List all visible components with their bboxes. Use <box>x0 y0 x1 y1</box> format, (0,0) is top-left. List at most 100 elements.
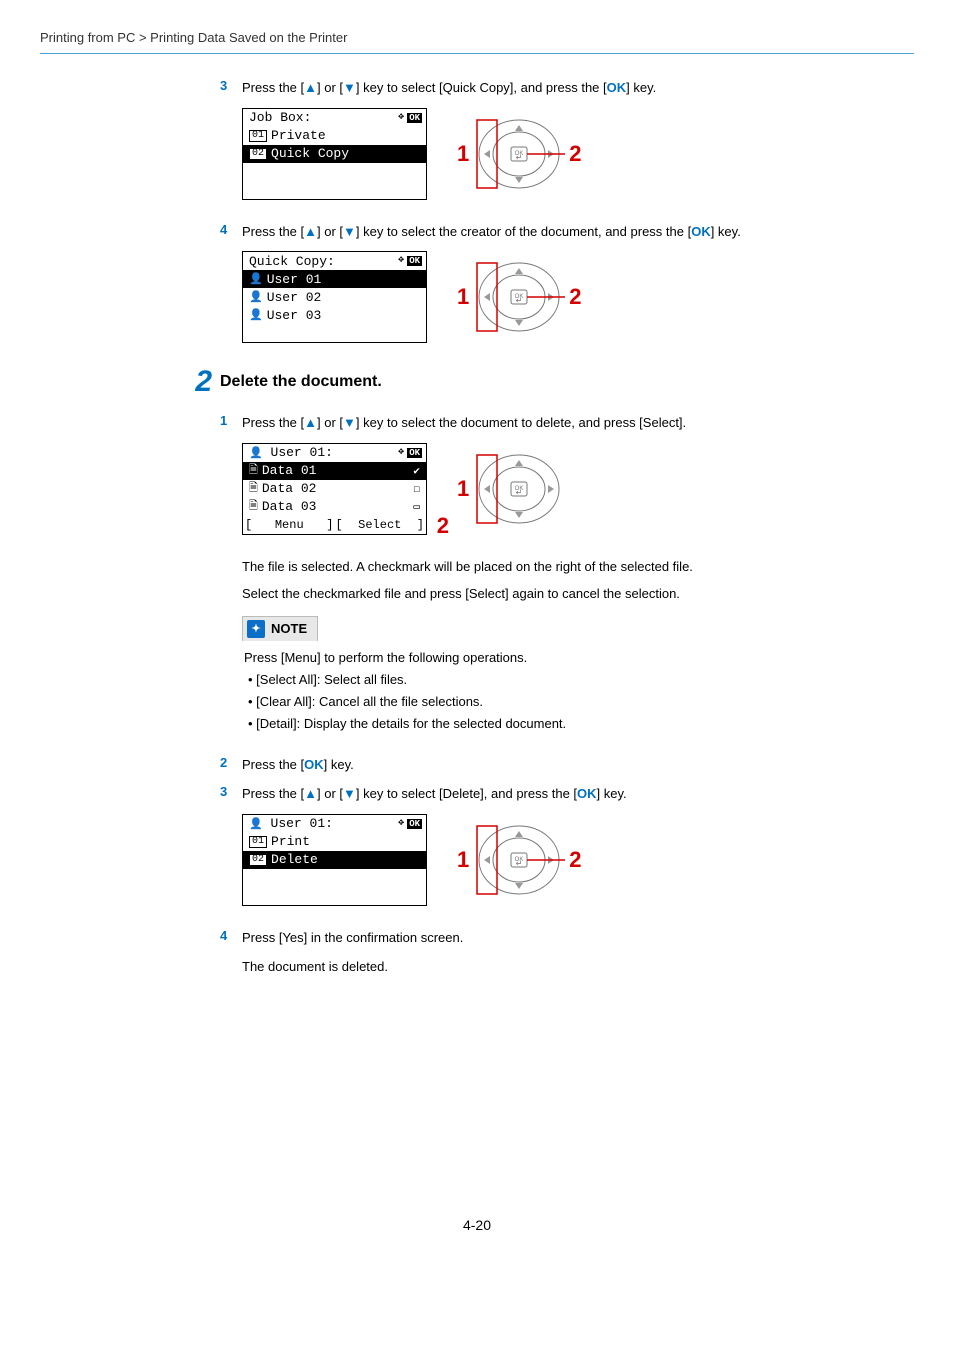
row-label: User 01 <box>267 272 322 287</box>
row-label: Data 01 <box>262 463 317 478</box>
lcd-menu-button[interactable]: Menu <box>247 518 332 532</box>
arrow-down-icon: ▼ <box>343 224 356 239</box>
step-number: 2 <box>220 755 242 770</box>
callout-1: 1 <box>457 284 469 310</box>
paragraph: The file is selected. A checkmark will b… <box>242 557 914 577</box>
callout-2: 2 <box>437 513 449 539</box>
dpad-illustration: OK ↵ <box>473 449 565 529</box>
row-number: 01 <box>249 130 267 142</box>
paragraph: Select the checkmarked file and press [S… <box>242 584 914 604</box>
row-label: Private <box>271 128 326 143</box>
note-bullet: • [Detail]: Display the details for the … <box>248 713 912 735</box>
row-label: Delete <box>271 852 318 867</box>
row-number: 02 <box>249 148 267 160</box>
user-icon: 👤 <box>249 272 263 286</box>
lcd-title: User 01: <box>271 816 333 831</box>
nav-ok-indicator: ✥OK <box>398 256 422 266</box>
row-label: User 02 <box>267 290 322 305</box>
document-icon: 🗎 <box>249 497 258 516</box>
step-text: Press the [▲] or [▼] key to select the d… <box>242 413 914 433</box>
callout-1: 1 <box>457 141 469 167</box>
note-label: NOTE <box>271 621 307 636</box>
ok-key: OK <box>691 224 711 239</box>
dpad-illustration: OK ↵ <box>473 114 565 194</box>
arrow-up-icon: ▲ <box>304 415 317 430</box>
lcd-user-files: 👤 User 01: ✥OK 🗎 Data 01 ✔ 🗎 Data 02 ☐ 🗎 Data… <box>242 443 427 535</box>
ok-key: OK <box>304 757 324 772</box>
user-icon: 👤 <box>249 448 263 460</box>
row-label: Data 02 <box>262 481 317 496</box>
nav-ok-indicator: ✥OK <box>398 448 422 458</box>
note-bullet: • [Select All]: Select all files. <box>248 669 912 691</box>
step-number: 3 <box>220 784 242 799</box>
ok-key: OK <box>577 786 597 801</box>
step-number: 3 <box>220 78 242 93</box>
breadcrumb: Printing from PC > Printing Data Saved o… <box>40 30 914 54</box>
arrow-up-icon: ▲ <box>304 786 317 801</box>
lcd-user-actions: 👤 User 01: ✥OK 01 Print 02 Delete <box>242 814 427 906</box>
row-label: Data 03 <box>262 499 317 514</box>
note-bullet: • [Clear All]: Cancel all the file selec… <box>248 691 912 713</box>
step-1-4: 4 Press the [▲] or [▼] key to select the… <box>220 222 914 242</box>
lcd-title: Job Box: <box>249 110 311 125</box>
dpad-illustration: OK ↵ <box>473 257 565 337</box>
step-number: 4 <box>220 928 242 943</box>
svg-text:↵: ↵ <box>516 296 523 305</box>
lcd-job-box: Job Box: ✥OK 01 Private 02 Quick Copy <box>242 108 427 200</box>
arrow-down-icon: ▼ <box>343 786 356 801</box>
lcd-quick-copy: Quick Copy: ✥OK 👤 User 01 👤 User 02 👤 User … <box>242 251 427 343</box>
step-text: Press the [OK] key. <box>242 755 914 775</box>
callout-1: 1 <box>457 847 469 873</box>
dpad-illustration: OK ↵ <box>473 820 565 900</box>
lcd-title: User 01: <box>271 445 333 460</box>
checkbox-icon: ▭ <box>413 500 420 514</box>
nav-ok-indicator: ✥OK <box>398 819 422 829</box>
step-2-2: 2 Press the [OK] key. <box>220 755 914 775</box>
document-icon: 🗎 <box>249 479 258 498</box>
page-number: 4-20 <box>40 1217 914 1233</box>
step-number: 1 <box>220 413 242 428</box>
step-number: 4 <box>220 222 242 237</box>
svg-text:↵: ↵ <box>516 488 523 497</box>
arrow-up-icon: ▲ <box>304 224 317 239</box>
ok-key: OK <box>607 80 627 95</box>
row-number: 01 <box>249 836 267 848</box>
callout-2: 2 <box>569 141 581 167</box>
row-label: User 03 <box>267 308 322 323</box>
step-text: Press the [▲] or [▼] key to select [Dele… <box>242 784 914 804</box>
arrow-up-icon: ▲ <box>304 80 317 95</box>
paragraph: The document is deleted. <box>242 957 914 977</box>
checkbox-icon: ☐ <box>413 482 420 496</box>
note-icon: ✦ <box>247 620 265 638</box>
svg-text:↵: ↵ <box>516 153 523 162</box>
arrow-down-icon: ▼ <box>343 415 356 430</box>
arrow-down-icon: ▼ <box>343 80 356 95</box>
callout-2: 2 <box>569 847 581 873</box>
lcd-select-button[interactable]: Select <box>338 518 423 532</box>
row-label: Print <box>271 834 310 849</box>
lcd-title: Quick Copy: <box>249 254 335 269</box>
nav-ok-indicator: ✥OK <box>398 113 422 123</box>
section-title: Delete the document. <box>220 373 382 391</box>
svg-text:↵: ↵ <box>516 859 523 868</box>
note-intro: Press [Menu] to perform the following op… <box>244 647 912 669</box>
step-2-1: 1 Press the [▲] or [▼] key to select the… <box>220 413 914 433</box>
document-icon: 🗎 <box>249 461 258 480</box>
row-label: Quick Copy <box>271 146 349 161</box>
section-2-heading: 2 Delete the document. <box>180 365 914 399</box>
callout-2: 2 <box>569 284 581 310</box>
step-2-4: 4 Press [Yes] in the confirmation screen… <box>220 928 914 948</box>
step-text: Press the [▲] or [▼] key to select the c… <box>242 222 914 242</box>
user-icon: 👤 <box>249 308 263 322</box>
row-number: 02 <box>249 854 267 866</box>
user-icon: 👤 <box>249 819 263 831</box>
step-text: Press [Yes] in the confirmation screen. <box>242 928 914 948</box>
note-box: ✦ NOTE Press [Menu] to perform the follo… <box>242 616 914 741</box>
checkmark-icon: ✔ <box>413 464 420 478</box>
step-2-3: 3 Press the [▲] or [▼] key to select [De… <box>220 784 914 804</box>
user-icon: 👤 <box>249 290 263 304</box>
step-1-3: 3 Press the [▲] or [▼] key to select [Qu… <box>220 78 914 98</box>
callout-1: 1 <box>457 476 469 502</box>
step-text: Press the [▲] or [▼] key to select [Quic… <box>242 78 914 98</box>
section-number: 2 <box>180 365 212 399</box>
